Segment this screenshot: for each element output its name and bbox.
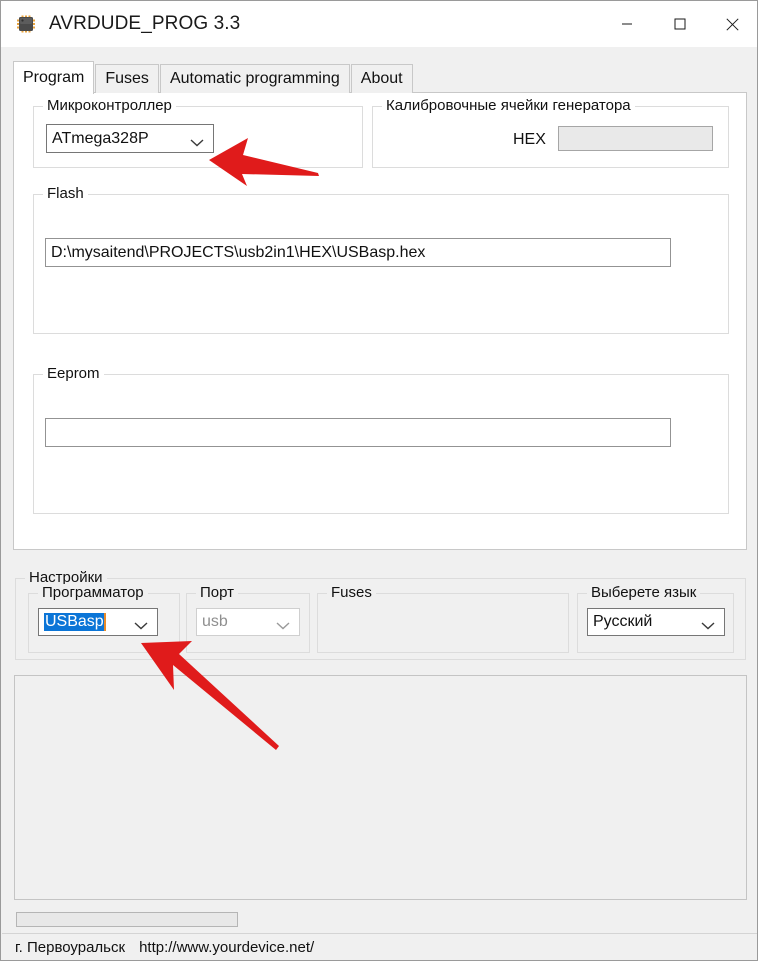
- program-tab-panel: Микроконтроллер ATmega328P Калибровочные…: [13, 92, 747, 550]
- status-city: г. Первоуральск: [15, 939, 126, 956]
- tab-label: Fuses: [105, 70, 149, 87]
- tab-fuses[interactable]: Fuses: [95, 64, 159, 93]
- mcu-combo-value: ATmega328P: [52, 129, 149, 147]
- settings-group: Настройки Программатор USBasp Порт usb F…: [15, 569, 746, 660]
- calibration-hex-input[interactable]: [558, 126, 713, 151]
- eeprom-group-label: Eeprom: [43, 365, 104, 383]
- tab-automatic-programming[interactable]: Automatic programming: [159, 64, 350, 93]
- eeprom-group: Eeprom: [33, 365, 729, 514]
- chevron-down-icon: [134, 618, 148, 630]
- flash-group: Flash D:\mysaitend\PROJECTS\usb2in1\HEX\…: [33, 185, 729, 334]
- flash-group-label: Flash: [43, 185, 88, 203]
- tab-program[interactable]: Program: [13, 61, 95, 94]
- eeprom-path-input[interactable]: [45, 418, 671, 447]
- port-combo[interactable]: usb: [196, 608, 300, 636]
- calibration-group-label: Калибровочные ячейки генератора: [382, 97, 635, 115]
- programmer-group: Программатор USBasp: [28, 584, 180, 653]
- settings-fuses-group: Fuses: [317, 584, 569, 653]
- language-group: Выберете язык Русский: [577, 584, 734, 653]
- window-controls: [600, 1, 757, 47]
- close-button[interactable]: [706, 1, 757, 47]
- minimize-button[interactable]: [600, 1, 653, 47]
- language-combo[interactable]: Русский: [587, 608, 725, 636]
- programmer-combo[interactable]: USBasp: [38, 608, 158, 636]
- maximize-button[interactable]: [653, 1, 706, 47]
- close-icon: [726, 17, 739, 31]
- status-url[interactable]: http://www.yourdevice.net/: [139, 939, 314, 956]
- mcu-group: Микроконтроллер ATmega328P: [33, 97, 363, 168]
- settings-fuses-group-label: Fuses: [327, 584, 376, 602]
- language-group-label: Выберете язык: [587, 584, 701, 602]
- progress-bar: [16, 912, 238, 927]
- tab-label: Program: [23, 69, 85, 86]
- avrdude-prog-window: AVRDUDE_PROG 3.3 Program Fuses Automatic…: [0, 0, 758, 961]
- chevron-down-icon: [701, 618, 715, 630]
- tab-strip: Program Fuses Automatic programming Abou…: [13, 61, 414, 94]
- flash-path-input[interactable]: D:\mysaitend\PROJECTS\usb2in1\HEX\USBasp…: [45, 238, 671, 267]
- programmer-combo-value: USBasp: [44, 613, 106, 631]
- programmer-group-label: Программатор: [38, 584, 148, 602]
- chevron-down-icon: [276, 618, 290, 630]
- window-title: AVRDUDE_PROG 3.3: [49, 13, 241, 34]
- chevron-down-icon: [190, 134, 204, 146]
- title-bar: AVRDUDE_PROG 3.3: [1, 1, 757, 47]
- tab-about[interactable]: About: [350, 64, 413, 93]
- maximize-icon: [674, 18, 685, 30]
- calibration-group: Калибровочные ячейки генератора HEX: [372, 97, 729, 168]
- mcu-group-label: Микроконтроллер: [43, 97, 176, 115]
- port-combo-value: usb: [202, 613, 228, 630]
- tab-label: About: [360, 70, 403, 87]
- port-group-label: Порт: [196, 584, 239, 602]
- hex-label: HEX: [513, 131, 546, 148]
- minimize-icon: [621, 23, 632, 25]
- log-output-area[interactable]: [14, 675, 747, 900]
- tab-label: Automatic programming: [169, 70, 340, 87]
- mcu-combo[interactable]: ATmega328P: [46, 124, 214, 153]
- port-group: Порт usb: [186, 584, 310, 653]
- microcontroller-chip-icon: [13, 11, 39, 37]
- status-bar: г. Первоуральск http://www.yourdevice.ne…: [1, 934, 757, 960]
- language-combo-value: Русский: [593, 613, 653, 630]
